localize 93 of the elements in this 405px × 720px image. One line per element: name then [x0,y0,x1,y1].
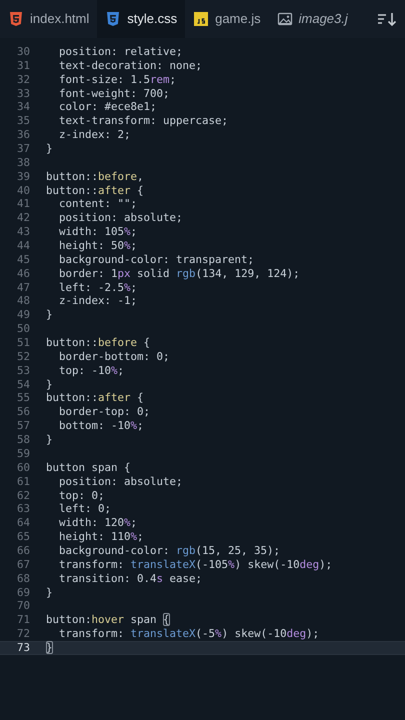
code-line: z-index: -1; [58,294,138,308]
code-line: left: 0; [58,502,112,516]
line-number: 46 [16,266,30,281]
line-number: 55 [16,391,30,406]
code-line: top: 0; [58,488,105,502]
code-line: background-color: rgb(15, 25, 35); [58,544,280,558]
line-number: 45 [16,252,30,267]
line-number: 73 [16,640,30,655]
line-number: 54 [16,378,30,392]
code-line: width: 120%; [58,516,138,530]
line-number: 39 [16,170,30,184]
code-line: } [45,586,53,600]
line-number: 36 [16,128,30,142]
line-number: 62 [16,488,30,502]
code-line: z-index: 2; [58,128,131,142]
sort-icon [377,11,399,27]
file-tab[interactable]: style.css [97,0,186,38]
line-number: 58 [16,433,30,447]
file-tab[interactable]: game.js [185,0,269,38]
line-number: 50 [16,322,30,336]
line-number: 60 [16,460,30,475]
code-line: transform: translateX(-5%) skew(-10deg); [58,627,320,641]
code-line: font-weight: 700; [58,86,170,100]
code-line: height: 110%; [58,530,144,544]
line-number: 30 [16,45,30,59]
line-number: 41 [16,197,30,212]
code-line: bottom: -10%; [58,419,144,434]
code-line: button::after { [45,391,144,406]
line-number: 63 [16,502,30,516]
line-number: 56 [16,405,30,420]
line-number: 42 [16,211,30,226]
line-number: 61 [16,474,30,488]
line-number: 43 [16,225,30,240]
code-line: button::after { [45,184,144,198]
line-number: 32 [16,72,30,87]
file-tab[interactable]: index.html [0,0,98,38]
line-number: 72 [16,627,30,641]
html-file-icon [8,11,24,27]
code-line: background-color: transparent; [58,252,254,267]
line-number: 47 [16,280,30,294]
code-line: } [45,378,53,392]
line-number: 57 [16,419,30,434]
code-line: text-transform: uppercase; [58,114,228,128]
code-line: transition: 0.4s ease; [58,572,202,586]
code-line: content: ""; [58,197,138,212]
line-number: 35 [16,114,30,128]
line-number: 52 [16,350,30,364]
line-number: 37 [16,142,30,156]
line-number: 65 [16,530,30,544]
code-line: position: absolute; [58,474,183,488]
js-file-icon [193,11,210,27]
code-line: } [45,142,53,156]
line-number: 40 [16,184,30,198]
css-file-icon [105,11,122,27]
code-line: height: 50%; [58,239,138,253]
code-line: position: relative; [58,45,183,59]
line-number: 51 [16,336,30,350]
code-line: border-top: 0; [58,405,150,420]
code-line: top: -10%; [58,364,124,378]
line-number: 38 [16,156,30,170]
code-line: button::before, [45,170,144,184]
line-number: 34 [16,100,30,114]
line-number: 59 [16,446,30,461]
line-number: 53 [16,364,30,378]
line-number: 70 [16,599,30,614]
code-line: } [45,640,53,655]
line-number: 48 [16,294,30,308]
line-number: 67 [16,558,30,572]
file-tab[interactable]: image3.j [268,0,356,38]
line-number: 66 [16,544,30,558]
line-number: 71 [16,613,30,628]
code-line: button::before { [45,336,150,350]
code-line: color: #ece8e1; [58,100,157,114]
code-line: position: absolute; [58,211,183,226]
code-line: font-size: 1.5rem; [58,72,176,87]
code-line: width: 105%; [58,225,138,240]
code-line: text-decoration: none; [58,58,202,73]
code-line: button span { [45,460,131,475]
code-line: } [45,433,53,447]
code-line: transform: translateX(-105%) skew(-10deg); [58,558,332,572]
code-line: border: 1px solid rgb(134, 129, 124); [58,266,300,281]
image-icon [276,11,293,27]
code-line: button:hover span { [45,613,170,628]
code-line: left: -2.5%; [58,280,138,294]
line-number: 68 [16,572,30,586]
line-number: 33 [16,86,30,100]
line-number: 64 [16,516,30,530]
line-number: 69 [16,586,30,600]
line-number: 31 [16,58,30,73]
code-line: border-bottom: 0; [58,350,170,364]
line-number: 44 [16,239,30,253]
line-number: 49 [16,308,30,322]
code-line: } [45,308,53,322]
